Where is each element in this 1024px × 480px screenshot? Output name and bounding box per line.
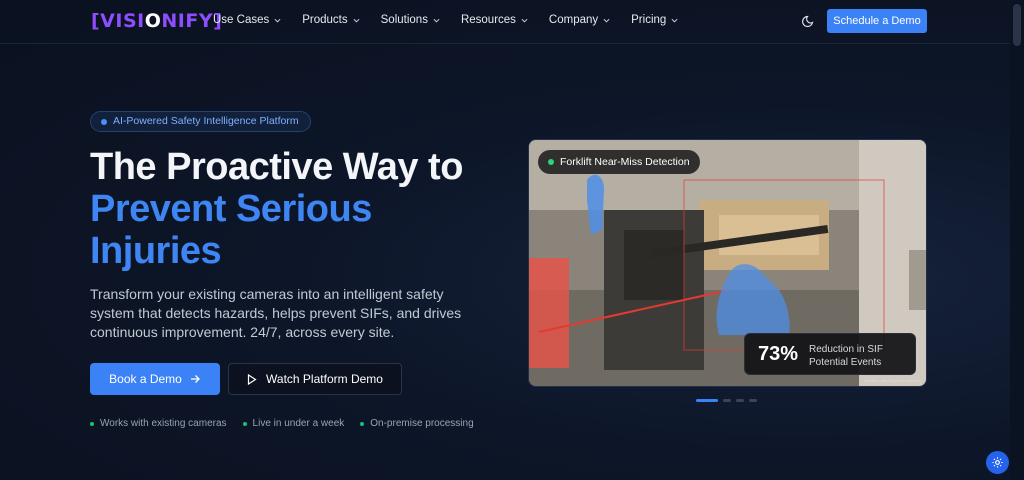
stat-value: 73% xyxy=(758,343,799,365)
carousel-dot[interactable] xyxy=(736,399,744,402)
feature-item: On-premise processing xyxy=(360,418,474,429)
carousel-dot[interactable] xyxy=(723,399,731,402)
book-demo-label: Book a Demo xyxy=(109,372,182,386)
nav-label: Solutions xyxy=(380,14,428,26)
badge-text: AI-Powered Safety Intelligence Platform xyxy=(113,115,299,127)
brand-logo[interactable]: [VISIONIFY] xyxy=(91,10,222,32)
hero-title-line3: Injuries xyxy=(90,230,222,272)
hero-title: The Proactive Way to Prevent Serious Inj… xyxy=(90,146,530,272)
watch-demo-label: Watch Platform Demo xyxy=(266,372,383,386)
platform-badge: AI-Powered Safety Intelligence Platform xyxy=(90,111,311,132)
status-dot xyxy=(90,421,94,426)
settings-button[interactable] xyxy=(986,451,1009,474)
feature-list: Works with existing cameras Live in unde… xyxy=(90,418,490,429)
image-watermark: Modified with Segment Anything xyxy=(864,378,921,383)
status-dot xyxy=(242,421,247,426)
carousel-dot[interactable] xyxy=(749,399,757,402)
nav-item-resources[interactable]: Resources xyxy=(461,14,528,26)
nav-label: Pricing xyxy=(631,14,667,26)
chevron-down-icon xyxy=(274,18,281,23)
play-icon xyxy=(247,373,257,385)
chevron-down-icon xyxy=(671,18,678,23)
chevron-down-icon xyxy=(603,18,610,23)
feature-text: Works with existing cameras xyxy=(100,418,227,429)
book-demo-button[interactable]: Book a Demo xyxy=(90,363,220,395)
chevron-down-icon xyxy=(353,18,360,23)
status-dot xyxy=(360,421,365,426)
nav-item-company[interactable]: Company xyxy=(549,14,610,26)
nav-item-products[interactable]: Products xyxy=(302,14,360,26)
arrow-right-icon xyxy=(190,375,200,383)
page-scrollbar[interactable] xyxy=(1010,0,1024,480)
nav-label: Resources xyxy=(460,14,516,26)
scrollbar-thumb[interactable] xyxy=(1013,4,1021,46)
feature-item: Live in under a week xyxy=(242,418,345,429)
hero-title-line1: The Proactive Way to xyxy=(90,146,463,188)
watch-demo-button[interactable]: Watch Platform Demo xyxy=(228,363,402,395)
badge-dot xyxy=(101,119,107,125)
feature-text: On-premise processing xyxy=(370,418,474,429)
nav-label: Use Cases xyxy=(213,14,270,26)
live-dot xyxy=(548,159,554,165)
moon-icon[interactable] xyxy=(802,14,816,28)
stat-label: Reduction in SIF Potential Events xyxy=(809,344,883,368)
nav-item-solutions[interactable]: Solutions xyxy=(381,14,440,26)
top-nav: [VISIONIFY] Use Cases Products Solutions… xyxy=(0,0,1010,44)
hero-title-line2: Prevent Serious xyxy=(90,188,372,230)
nav-label: Products xyxy=(302,14,348,26)
feature-text: Live in under a week xyxy=(252,418,345,429)
nav-item-pricing[interactable]: Pricing xyxy=(631,14,678,26)
stat-card: 73% Reduction in SIF Potential Events xyxy=(744,333,916,375)
hero-subtitle: Transform your existing cameras into an … xyxy=(90,286,462,340)
carousel-dot[interactable] xyxy=(696,399,718,402)
chevron-down-icon xyxy=(433,18,440,23)
nav-label: Company xyxy=(548,14,599,26)
main-menu: Use Cases Products Solutions Resources C… xyxy=(213,14,699,26)
detection-label-text: Forklift Near-Miss Detection xyxy=(560,156,690,168)
schedule-demo-button[interactable]: Schedule a Demo xyxy=(827,9,927,33)
carousel-indicators xyxy=(696,399,757,402)
detection-label: Forklift Near-Miss Detection xyxy=(538,150,700,174)
feature-item: Works with existing cameras xyxy=(90,418,227,429)
gear-icon xyxy=(992,457,1003,468)
nav-item-use-cases[interactable]: Use Cases xyxy=(213,14,281,26)
chevron-down-icon xyxy=(521,18,528,23)
